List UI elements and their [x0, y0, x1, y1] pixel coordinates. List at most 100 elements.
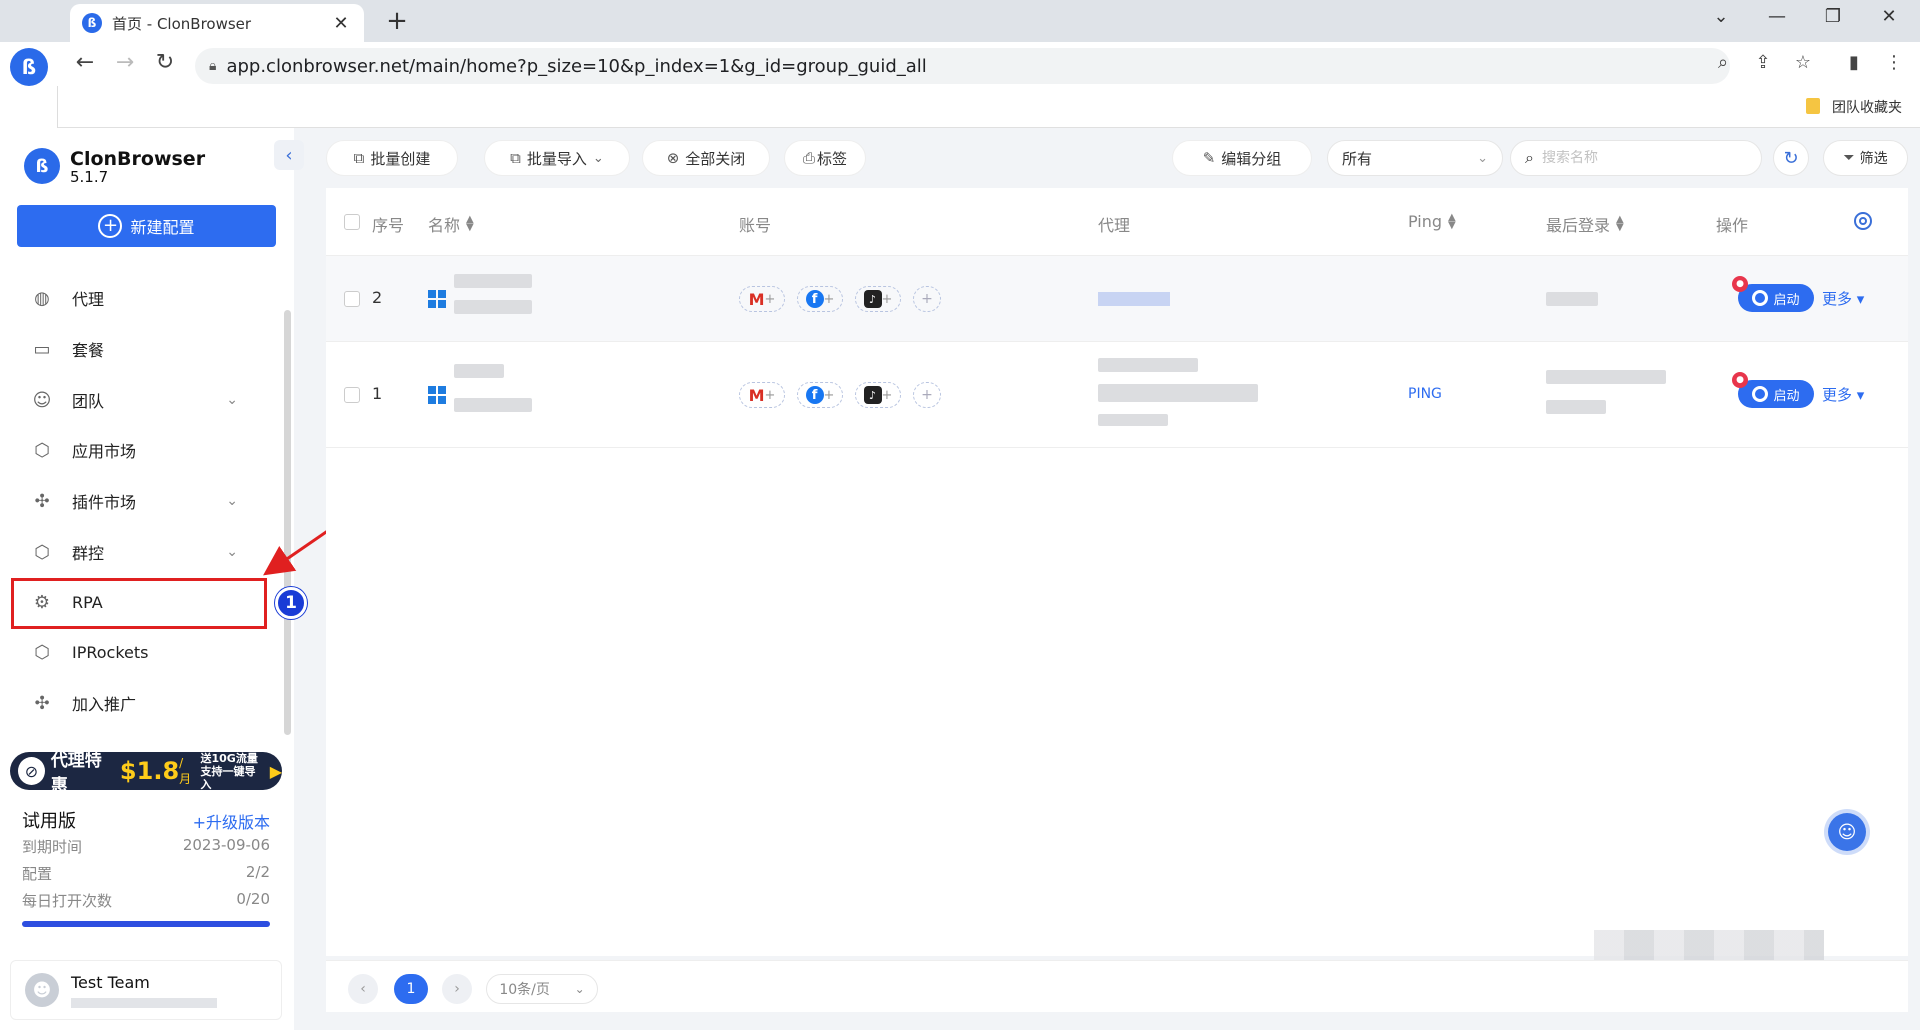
app-version: 5.1.7: [70, 168, 109, 186]
page-size-label: 10条/页: [499, 982, 550, 998]
sidebar-item-label: 应用市场: [72, 442, 137, 461]
refresh-icon[interactable]: ↻: [1773, 140, 1809, 176]
next-page-icon[interactable]: ›: [442, 974, 472, 1004]
ping-link[interactable]: PING: [1408, 386, 1442, 402]
tiktok-add-button[interactable]: ♪ +: [855, 286, 901, 312]
search-box[interactable]: ⌕: [1510, 140, 1762, 176]
page-current[interactable]: 1: [394, 974, 428, 1004]
header-last-login[interactable]: 最后登录 ▲ ▼: [1546, 212, 1624, 236]
page-size-select[interactable]: 10条/页 ⌄: [486, 974, 598, 1004]
filter-button[interactable]: ⏷ 筛选: [1823, 140, 1908, 176]
row-checkbox[interactable]: [344, 387, 360, 403]
facebook-add-button[interactable]: f +: [797, 382, 843, 408]
collapse-sidebar-chevron-icon[interactable]: ‹: [274, 140, 304, 170]
browser-tab[interactable]: ß 首页 - ClonBrowser ✕: [70, 4, 364, 42]
lock-icon: ●: [1732, 372, 1748, 388]
sidebar-scrollbar[interactable]: [284, 310, 291, 735]
start-label: 启动: [1773, 388, 1800, 404]
sidebar-item-iprockets[interactable]: ⬡ IPRockets: [28, 634, 258, 670]
windows-icon: [428, 386, 446, 404]
search-icon: ⌕: [1525, 148, 1534, 167]
start-button[interactable]: ● 启动: [1732, 276, 1814, 312]
share-icon[interactable]: ⇪: [1749, 52, 1777, 73]
select-all-checkbox[interactable]: [344, 214, 360, 230]
plus-circle-icon: +: [98, 214, 123, 238]
batch-create-button[interactable]: ⧉ 批量创建: [326, 140, 458, 176]
side-panel-icon[interactable]: ▮: [1840, 52, 1868, 73]
sidebar-item-plugin-market[interactable]: ✣ 插件市场 ⌄: [28, 483, 258, 519]
plan-row-label: 配置: [22, 865, 53, 883]
row-index: 2: [372, 288, 383, 307]
back-icon[interactable]: ←: [70, 50, 100, 75]
promo-sub-line1: 送10G流量: [200, 751, 258, 765]
url-bar[interactable]: 🔒︎ app.clonbrowser.net/main/home?p_size=…: [195, 48, 1730, 84]
reload-icon[interactable]: ↻: [150, 50, 180, 75]
cube-icon: ⬡: [34, 439, 50, 461]
new-config-button[interactable]: + 新建配置: [17, 205, 276, 247]
plan-row-label: 到期时间: [22, 838, 83, 856]
prev-page-icon[interactable]: ‹: [348, 974, 378, 1004]
profile-name-redacted: [454, 364, 504, 378]
plan-row-label: 每日打开次数: [22, 892, 113, 910]
more-dropdown[interactable]: 更多 ▾: [1822, 384, 1864, 405]
account-icons: M + f + ♪ + +: [739, 382, 941, 408]
zoom-icon[interactable]: ⌕: [1709, 52, 1737, 73]
more-label: 更多: [1822, 289, 1853, 308]
plan-row-value: 0/20: [236, 890, 270, 908]
header-last-login-label: 最后登录: [1546, 216, 1611, 235]
search-input[interactable]: [1541, 150, 1732, 166]
tab-search-chevron-icon[interactable]: ⌄: [1706, 6, 1736, 27]
group-select-value: 所有: [1342, 149, 1373, 168]
header-index: 序号: [372, 216, 405, 235]
minimize-icon[interactable]: —: [1762, 6, 1792, 27]
team-card[interactable]: ☻ Test Team: [10, 960, 282, 1020]
support-float-icon[interactable]: ☺: [1828, 813, 1866, 851]
gmail-add-button[interactable]: M +: [739, 382, 785, 408]
upgrade-link[interactable]: +升级版本: [193, 809, 270, 833]
pencil-icon: ✎: [1202, 149, 1216, 167]
add-account-button[interactable]: +: [913, 382, 941, 408]
row-checkbox[interactable]: [344, 291, 360, 307]
gmail-icon: M: [748, 289, 765, 309]
group-select[interactable]: 所有 ⌄: [1327, 140, 1503, 176]
menu-kebab-icon[interactable]: ⋮: [1880, 52, 1908, 73]
restore-icon[interactable]: ❐: [1818, 6, 1848, 27]
proxy-redacted: [1098, 358, 1198, 372]
column-settings-icon[interactable]: [1854, 212, 1872, 230]
bookmark-star-icon[interactable]: ☆: [1789, 52, 1817, 73]
close-window-icon[interactable]: ✕: [1874, 6, 1904, 27]
edit-group-button[interactable]: ✎ 编辑分组: [1172, 140, 1312, 176]
new-tab-icon[interactable]: +: [382, 6, 412, 36]
tab-close-icon[interactable]: ✕: [330, 13, 352, 34]
plan-row-value: 2023-09-06: [182, 836, 270, 854]
tiktok-add-button[interactable]: ♪ +: [855, 382, 901, 408]
sidebar-item-app-market[interactable]: ⬡ 应用市场: [28, 432, 258, 468]
header-ping[interactable]: Ping ▲ ▼: [1408, 212, 1456, 231]
forward-icon[interactable]: →: [110, 50, 140, 75]
table-row[interactable]: 1 M + f + ♪ + + PING ● 启动 更多 ▾: [326, 342, 1908, 448]
add-account-button[interactable]: +: [913, 286, 941, 312]
sidebar-item-proxy[interactable]: ◍ 代理: [28, 280, 258, 316]
sidebar-item-affiliate[interactable]: ✣ 加入推广: [28, 685, 258, 721]
url-text: app.clonbrowser.net/main/home?p_size=10&…: [226, 55, 927, 77]
gmail-add-button[interactable]: M +: [739, 286, 785, 312]
close-all-button[interactable]: ⊗ 全部关闭: [642, 140, 770, 176]
header-name[interactable]: 名称 ▲ ▼: [428, 212, 474, 236]
row-actions: ● 启动 更多 ▾: [1732, 276, 1864, 312]
sidebar-item-package[interactable]: ▭ 套餐: [28, 331, 258, 367]
team-name: Test Team: [71, 972, 150, 992]
sidebar-item-group-control[interactable]: ⬡ 群控 ⌄: [28, 534, 258, 570]
bookmark-folder-team[interactable]: 团队收藏夹: [1832, 97, 1902, 117]
promo-banner[interactable]: ⊘ 代理特惠 $1.8 /月 送10G流量 支持一键导入 ▶: [10, 751, 282, 796]
batch-import-button[interactable]: ⧉ 批量导入 ⌄: [484, 140, 630, 176]
filter-icon: ⏷: [1843, 150, 1855, 166]
plan-row-daily-opens: 每日打开次数 0/20: [22, 890, 270, 911]
lock-icon: 🔒︎: [209, 58, 217, 74]
cube-icon: ⬡: [34, 541, 50, 563]
facebook-add-button[interactable]: f +: [797, 286, 843, 312]
sidebar-item-team[interactable]: ☺ 团队 ⌄: [28, 382, 258, 418]
start-button[interactable]: ● 启动: [1732, 372, 1814, 408]
tags-button[interactable]: ⎙ 标签: [784, 140, 866, 176]
more-dropdown[interactable]: 更多 ▾: [1822, 288, 1864, 309]
table-row[interactable]: 2 M + f + ♪ + + ● 启动 更多 ▾: [326, 256, 1908, 342]
